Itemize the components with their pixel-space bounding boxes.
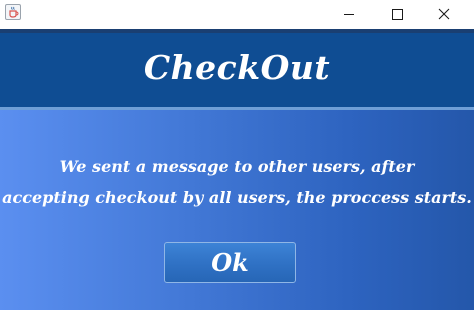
minimize-icon: [344, 14, 354, 15]
checkout-window: CheckOut We sent a message to other user…: [0, 0, 474, 310]
title-bar[interactable]: [0, 0, 474, 29]
close-button[interactable]: [421, 0, 467, 29]
maximize-button[interactable]: [374, 0, 420, 29]
maximize-icon: [392, 9, 403, 20]
dialog-heading: CheckOut: [143, 48, 331, 87]
java-app-icon[interactable]: [5, 4, 21, 20]
message-line-1: We sent a message to other users, after: [59, 157, 415, 176]
close-icon: [438, 8, 450, 20]
message-line-2: accepting checkout by all users, the pro…: [2, 188, 472, 207]
minimize-button[interactable]: [326, 0, 372, 29]
ok-button[interactable]: Ok: [164, 242, 296, 283]
